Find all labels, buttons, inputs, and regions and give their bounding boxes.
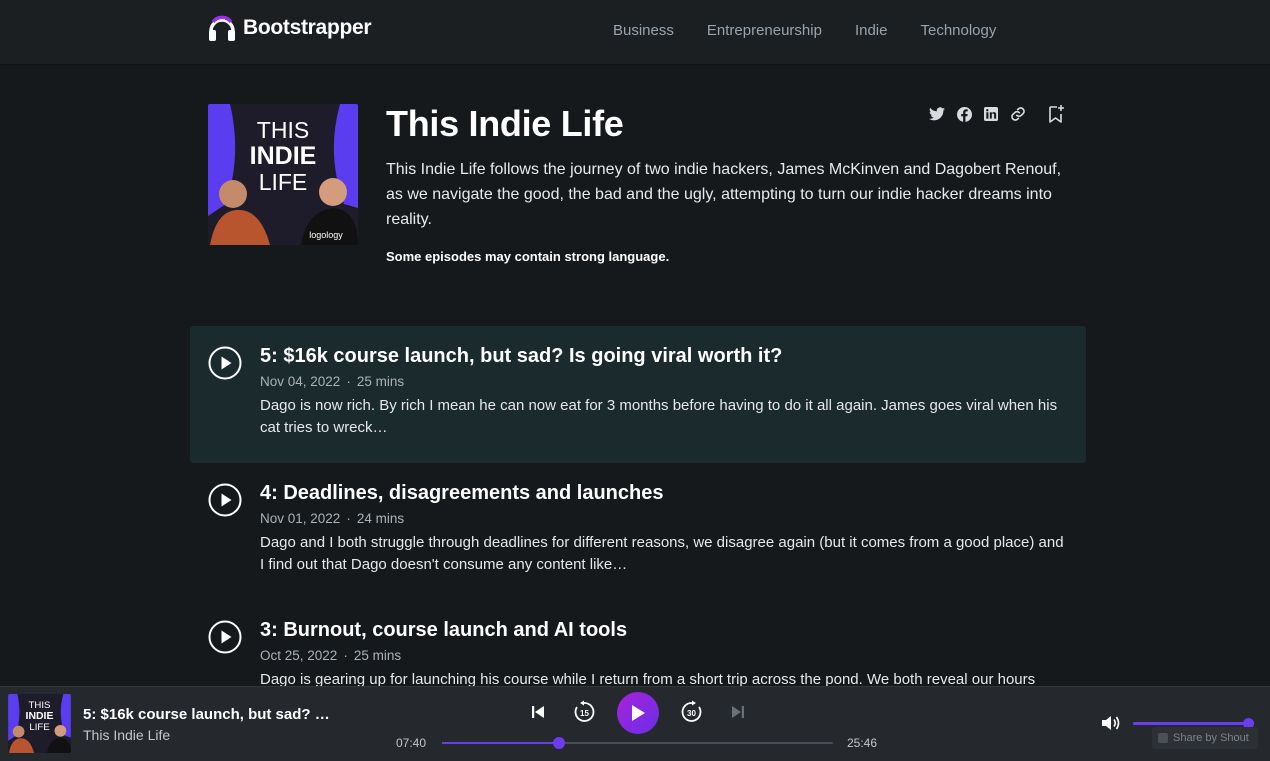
volume-slider[interactable] xyxy=(1133,718,1254,729)
episode-item[interactable]: 4: Deadlines, disagreements and launches… xyxy=(190,463,1086,600)
play-circle-icon[interactable] xyxy=(208,346,242,380)
volume-level xyxy=(1133,722,1248,725)
site-header: Bootstrapper Business Entrepreneurship I… xyxy=(0,0,1270,65)
site-logo[interactable]: Bootstrapper xyxy=(207,12,372,44)
svg-text:INDIE: INDIE xyxy=(26,711,54,722)
forward-30-icon[interactable]: 30 xyxy=(680,700,704,724)
svg-text:15: 15 xyxy=(580,709,589,718)
skip-next-icon[interactable] xyxy=(729,703,747,721)
nav-item-technology[interactable]: Technology xyxy=(920,22,996,39)
episode-item[interactable]: 3: Burnout, course launch and AI tools O… xyxy=(190,600,1086,686)
play-icon xyxy=(632,705,645,721)
svg-text:THIS: THIS xyxy=(257,117,309,143)
rewind-15-icon[interactable]: 15 xyxy=(572,700,596,724)
episode-duration: 25 mins xyxy=(353,648,402,663)
linkedin-icon[interactable] xyxy=(983,106,999,122)
episode-date: Oct 25, 2022 xyxy=(260,648,338,663)
nav-item-indie[interactable]: Indie xyxy=(855,22,888,39)
total-duration: 25:46 xyxy=(847,736,878,750)
brand-name: Bootstrapper xyxy=(243,16,372,39)
svg-text:INDIE: INDIE xyxy=(250,142,317,170)
current-time: 07:40 xyxy=(396,736,427,750)
episode-meta: Oct 25, 2022 · 25 mins xyxy=(260,648,402,663)
audio-player: THIS INDIE LIFE 5: $16k course launch, b… xyxy=(0,686,1270,761)
seek-handle[interactable] xyxy=(552,737,565,749)
nav-item-business[interactable]: Business xyxy=(613,22,674,39)
now-playing-show[interactable]: This Indie Life xyxy=(83,727,170,743)
player-cover-art: THIS INDIE LIFE xyxy=(8,694,71,753)
episode-title[interactable]: 4: Deadlines, disagreements and launches xyxy=(260,482,663,505)
episode-duration: 24 mins xyxy=(356,511,405,526)
episode-description: Dago is gearing up for launching his cou… xyxy=(260,671,1036,686)
episode-item[interactable]: 5: $16k course launch, but sad? Is going… xyxy=(190,326,1086,463)
link-icon[interactable] xyxy=(1010,106,1026,122)
svg-text:LIFE: LIFE xyxy=(259,169,308,195)
play-circle-icon[interactable] xyxy=(208,620,242,654)
skip-previous-icon[interactable] xyxy=(529,703,547,721)
content-warning: Some episodes may contain strong languag… xyxy=(386,249,670,264)
episode-meta: Nov 01, 2022 · 24 mins xyxy=(260,511,405,526)
episode-description: Dago and I both struggle through deadlin… xyxy=(260,534,1064,573)
podcast-cover-art: THIS INDIE LIFE logology xyxy=(208,104,358,245)
episode-date: Nov 01, 2022 xyxy=(260,511,341,526)
play-circle-icon[interactable] xyxy=(208,483,242,517)
headphones-icon xyxy=(209,15,235,41)
svg-text:logology: logology xyxy=(309,230,343,240)
svg-text:THIS: THIS xyxy=(29,700,51,711)
svg-text:LIFE: LIFE xyxy=(29,722,49,733)
episode-duration: 25 mins xyxy=(356,374,405,389)
nav-item-entrepreneurship[interactable]: Entrepreneurship xyxy=(707,22,822,39)
seek-bar-progress xyxy=(442,742,559,744)
play-button[interactable] xyxy=(617,692,659,734)
share-icon xyxy=(1158,733,1168,743)
share-buttons xyxy=(929,106,1026,122)
episode-title[interactable]: 5: $16k course launch, but sad? Is going… xyxy=(260,345,782,368)
seek-bar[interactable] xyxy=(442,737,833,749)
episode-meta: Nov 04, 2022 · 25 mins xyxy=(260,374,405,389)
episode-date: Nov 04, 2022 xyxy=(260,374,341,389)
podcast-title: This Indie Life xyxy=(386,103,624,144)
now-playing-title: 5: $16k course launch, but sad? … xyxy=(83,706,330,723)
volume-icon[interactable] xyxy=(1101,714,1121,732)
bookmark-add-icon[interactable] xyxy=(1047,104,1065,124)
svg-text:30: 30 xyxy=(687,709,696,718)
podcast-description: This Indie Life follows the journey of t… xyxy=(386,161,1062,228)
facebook-icon[interactable] xyxy=(956,106,972,122)
episode-description: Dago is now rich. By rich I mean he can … xyxy=(260,397,1058,436)
twitter-icon[interactable] xyxy=(929,106,945,122)
category-nav: Business Entrepreneurship Indie Technolo… xyxy=(613,22,996,39)
powered-by-badge[interactable]: Share by Shout xyxy=(1152,727,1258,749)
episode-title[interactable]: 3: Burnout, course launch and AI tools xyxy=(260,619,627,642)
